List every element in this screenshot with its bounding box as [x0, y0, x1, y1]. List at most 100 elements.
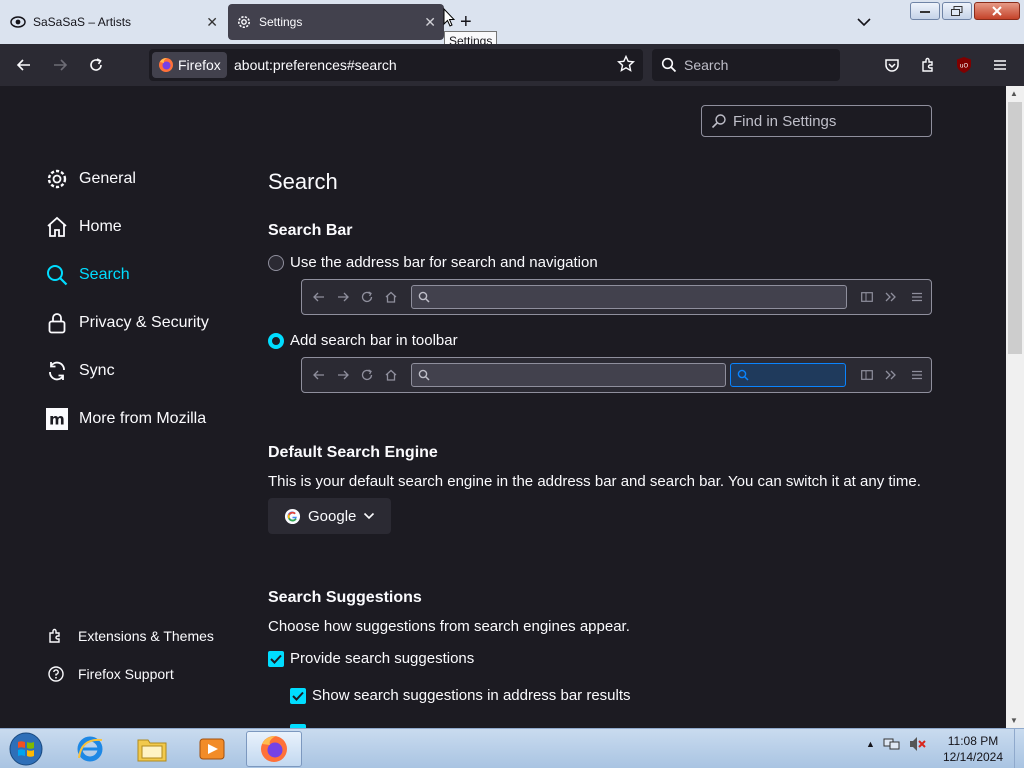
windows-taskbar: ▲ 11:08 PM 12/14/2024	[0, 728, 1024, 768]
firefox-taskbar-button[interactable]	[246, 731, 302, 767]
scrollbar-thumb[interactable]	[1008, 102, 1022, 354]
provide-suggestions-option[interactable]: Provide search suggestions	[268, 650, 474, 667]
new-tab-button[interactable]: +	[460, 12, 472, 32]
category-privacy[interactable]: Privacy & Security	[44, 307, 244, 339]
back-button[interactable]	[14, 55, 34, 75]
hamburger-menu-icon	[994, 60, 1006, 70]
arrow-right-icon	[54, 59, 68, 71]
lock-icon	[44, 310, 70, 336]
restore-button[interactable]	[942, 2, 972, 20]
internet-explorer-icon	[77, 736, 103, 762]
url-text[interactable]: about:preferences#search	[234, 57, 397, 73]
address-bar[interactable]: Firefox about:preferences#search	[149, 49, 643, 81]
toolbar-search-preview	[301, 357, 932, 393]
gear-icon	[236, 14, 252, 30]
close-window-button[interactable]	[974, 2, 1020, 20]
address-bar-suggestions-option[interactable]: Show search suggestions in address bar r…	[290, 687, 631, 704]
file-explorer-taskbar-button[interactable]	[124, 731, 180, 767]
show-desktop-button[interactable]	[1014, 729, 1024, 768]
taskbar-clock[interactable]: 11:08 PM 12/14/2024	[938, 733, 1008, 765]
page-title: Search	[268, 169, 338, 194]
close-tab-icon[interactable]: ✕	[206, 14, 218, 30]
search-bar-heading: Search Bar	[268, 222, 353, 239]
clock-time: 11:08 PM	[947, 734, 999, 748]
tab-settings[interactable]: Settings ✕	[228, 4, 444, 40]
ublock-origin-button[interactable]: uO	[954, 55, 974, 75]
search-icon	[44, 262, 70, 288]
forward-button[interactable]	[50, 55, 70, 75]
extensions-themes-link[interactable]: Extensions & Themes	[46, 625, 214, 647]
scroll-up-icon[interactable]: ▲	[1010, 89, 1018, 98]
checkmark-icon	[270, 654, 282, 664]
option-label: Show search suggestions in address bar r…	[312, 687, 631, 704]
identity-box[interactable]: Firefox	[152, 52, 227, 78]
preview-url-field	[411, 285, 847, 309]
show-hidden-icons-icon[interactable]: ▲	[866, 739, 875, 749]
search-suggestions-heading: Search Suggestions	[268, 589, 422, 606]
home-icon	[384, 290, 398, 304]
gear-icon	[44, 166, 70, 192]
svg-text:uO: uO	[960, 63, 969, 70]
close-tab-icon[interactable]: ✕	[424, 14, 436, 30]
search-placeholder: Search	[684, 57, 729, 73]
firefox-icon	[261, 736, 287, 762]
search-icon	[661, 57, 677, 73]
overflow-chevron-icon	[884, 368, 898, 382]
category-sync[interactable]: Sync	[44, 355, 244, 387]
category-label: More from Mozilla	[79, 410, 207, 427]
option-label: Add search bar in toolbar	[290, 332, 458, 349]
vertical-scrollbar[interactable]: ▲ ▼	[1006, 86, 1024, 728]
address-bar-suggestions-checkbox[interactable]	[290, 687, 306, 704]
tab-artists[interactable]: SaSaSaS – Artists ✕	[0, 4, 226, 40]
default-engine-heading: Default Search Engine	[268, 444, 438, 461]
preview-search-field	[730, 363, 846, 387]
internet-explorer-taskbar-button[interactable]	[62, 731, 118, 767]
scroll-down-icon[interactable]: ▼	[1010, 716, 1018, 725]
sidebar-icon	[860, 368, 874, 382]
search-icon	[418, 291, 430, 303]
puzzle-icon	[46, 626, 66, 646]
reload-icon	[360, 368, 374, 382]
find-placeholder: Find in Settings	[733, 112, 837, 130]
category-search[interactable]: Search	[44, 259, 244, 291]
extensions-button[interactable]	[918, 55, 938, 75]
eye-icon	[10, 14, 26, 30]
provide-suggestions-checkbox[interactable]	[268, 650, 284, 667]
find-in-settings-input[interactable]: Find in Settings	[701, 105, 932, 137]
toolbar-search-box[interactable]: Search	[652, 49, 840, 81]
firefox-support-link[interactable]: Firefox Support	[46, 663, 174, 685]
reload-button[interactable]	[86, 55, 106, 75]
search-icon	[737, 369, 749, 381]
reload-icon	[360, 290, 374, 304]
hamburger-menu-icon	[910, 368, 924, 382]
volume-muted-icon[interactable]	[909, 736, 927, 752]
toolbar-search-option[interactable]: Add search bar in toolbar	[268, 332, 458, 349]
category-general[interactable]: General	[44, 163, 244, 195]
start-button[interactable]	[6, 731, 46, 767]
category-more-from-mozilla[interactable]: m More from Mozilla	[44, 403, 244, 435]
toolbar-search-radio[interactable]	[268, 332, 284, 349]
category-home[interactable]: Home	[44, 211, 244, 243]
chevron-down-icon	[364, 512, 375, 520]
app-menu-button[interactable]	[990, 55, 1010, 75]
search-suggestions-description: Choose how suggestions from search engin…	[268, 618, 630, 635]
windows-logo-icon	[9, 732, 43, 766]
minimize-button[interactable]	[910, 2, 940, 20]
system-tray: ▲	[866, 736, 927, 752]
network-icon[interactable]	[883, 736, 901, 752]
media-player-taskbar-button[interactable]	[184, 731, 240, 767]
bookmark-star-icon[interactable]	[616, 54, 636, 78]
home-icon	[384, 368, 398, 382]
google-icon	[284, 508, 301, 524]
arrow-left-icon	[16, 59, 30, 71]
puzzle-icon	[922, 57, 933, 72]
option-label: Provide search suggestions	[290, 650, 475, 667]
address-bar-option[interactable]: Use the address bar for search and navig…	[268, 254, 598, 271]
category-label: Home	[79, 218, 122, 235]
address-bar-radio[interactable]	[268, 254, 284, 271]
pocket-button[interactable]	[882, 55, 902, 75]
search-icon	[418, 369, 430, 381]
default-engine-dropdown[interactable]: Google	[268, 498, 392, 534]
selected-engine-label: Google	[308, 507, 357, 525]
list-all-tabs-button[interactable]	[856, 14, 872, 35]
